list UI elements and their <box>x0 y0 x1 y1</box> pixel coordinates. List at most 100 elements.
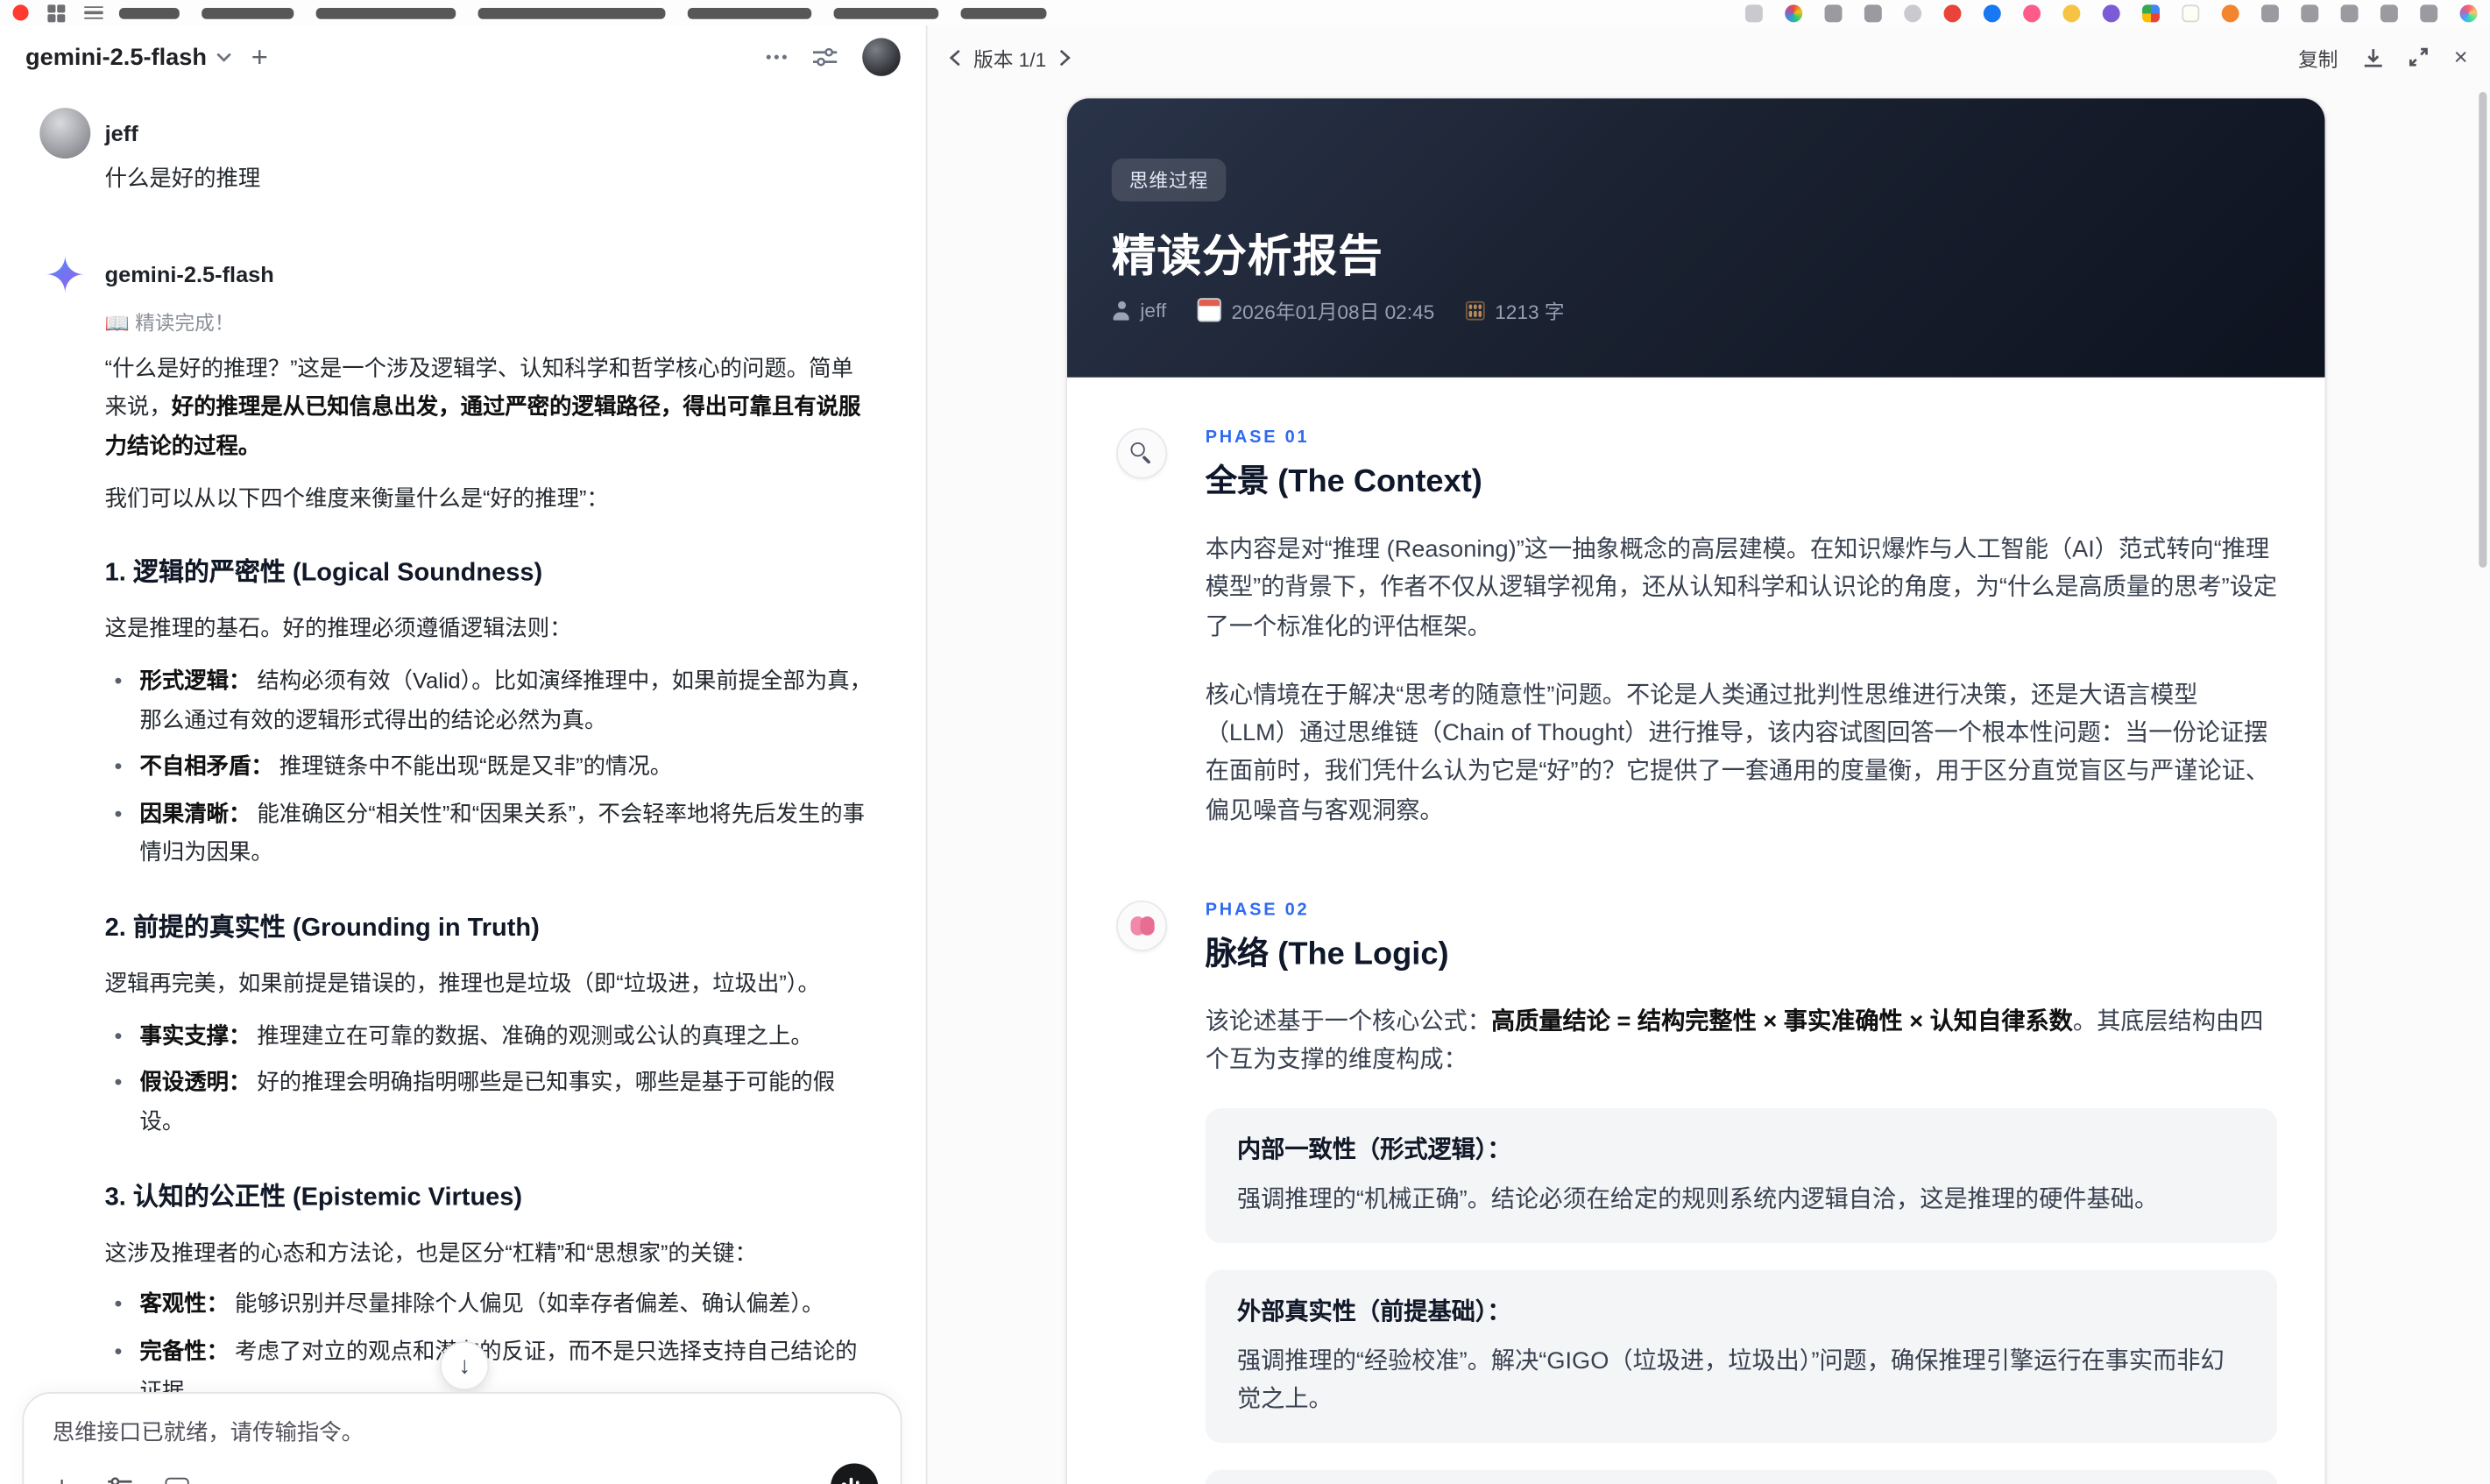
version-label: 版本 1/1 <box>973 48 1047 71</box>
list-item: 形式逻辑： 结构必须有效（Valid）。比如演绎推理中，如果前提全部为真，那么通… <box>115 661 875 739</box>
new-chat-button[interactable]: + <box>251 43 268 72</box>
gemini-icon <box>39 248 90 299</box>
palette-icon[interactable] <box>1785 4 1803 22</box>
report-body: PHASE 01 全景 (The Context) 本内容是对“推理 (Reas… <box>1067 378 2325 1484</box>
paragraph: 本内容是对“推理 (Reasoning)”这一抽象概念的高层建模。在知识爆炸与人… <box>1205 535 2278 640</box>
list-item: 客观性： 能够识别并尽量排除个人偏见（如幸存者偏差、确认偏差）。 <box>115 1285 875 1325</box>
phase-2: PHASE 02 脉络 (The Logic) 该论述基于一个核心公式：高质量结… <box>1116 901 2278 1484</box>
composer[interactable]: 思维接口已就绪，请传输指令。 + <box>22 1392 902 1484</box>
copy-button[interactable]: 复制 <box>2298 42 2338 72</box>
notes-icon[interactable] <box>2182 4 2200 22</box>
author-icon <box>1112 300 1131 320</box>
phone-icon[interactable] <box>2380 4 2398 22</box>
voice-button[interactable] <box>830 1463 879 1484</box>
columns-icon[interactable] <box>2301 4 2319 22</box>
more-options-icon[interactable] <box>766 54 788 60</box>
report-author: jeff <box>1140 299 1167 322</box>
scrollbar[interactable] <box>2479 91 2487 568</box>
message-author: jeff <box>104 120 138 146</box>
logic-card: 外部真实性（前提基础）： 强调推理的“经验校准”。解决“GIGO（垃圾进，垃圾出… <box>1205 1269 2278 1444</box>
paragraph: 核心情境在于解决“思考的随意性”问题。不论是人类通过批判性思维进行决策，还是大语… <box>1205 682 2270 824</box>
artifact-card: 思维过程 精读分析报告 jeff 2026年01月08日 02:45 1213 … <box>1067 98 2325 1484</box>
card-title: 外部真实性（前提基础）： <box>1236 1298 1511 1325</box>
display-icon[interactable] <box>2340 4 2359 22</box>
magnifier-icon <box>1116 428 1168 479</box>
menubar <box>0 0 2490 27</box>
window-grid-icon[interactable] <box>47 4 66 22</box>
version-next-icon[interactable] <box>1059 48 1071 66</box>
tune-icon[interactable] <box>813 47 838 67</box>
calendar-icon <box>1198 298 1222 322</box>
report-title: 精读分析报告 <box>1111 231 1383 281</box>
phase-label: PHASE 01 <box>1205 428 1310 448</box>
section-lead: 这涉及推理者的心态和方法论，也是区分“杠精”和“思想家”的关键： <box>104 1240 757 1265</box>
list-item: 假设透明： 好的推理会明确指明哪些是已知事实，哪些是基于可能的假设。 <box>115 1063 875 1141</box>
rainbow-app-icon[interactable] <box>2459 4 2478 22</box>
chat-header: gemini-2.5-flash + <box>0 25 926 89</box>
bullet-list: 事实支撑： 推理建立在可靠的数据、准确的观测或公认的真理之上。 假设透明： 好的… <box>105 1016 875 1141</box>
battery-icon[interactable] <box>2420 4 2438 22</box>
phase-title: 全景 (The Context) <box>1205 464 1482 500</box>
user-message: jeff 什么是好的推理 <box>39 108 874 197</box>
hero-badge: 思维过程 <box>1111 158 1227 201</box>
menubar-menus[interactable] <box>118 7 1047 18</box>
paragraph: 我们可以从以下四个维度来衡量什么是“好的推理”： <box>104 484 609 510</box>
section-lead: 逻辑再完美，如果前提是错误的，推理也是垃圾（即“垃圾进，垃圾出”）。 <box>104 970 820 996</box>
attach-plus-icon[interactable]: + <box>46 1472 78 1484</box>
section-lead: 这是推理的基石。好的推理必须遵循逻辑法则： <box>104 615 572 641</box>
grid-app-icon[interactable] <box>2142 4 2160 22</box>
message-author: gemini-2.5-flash <box>104 260 274 286</box>
card-body: 强调推理的“机械正确”。结论必须在给定的规则系统内逻辑自洽，这是推理的硬件基础。 <box>1236 1185 2159 1213</box>
panel-icon[interactable] <box>160 1472 192 1484</box>
composer-input[interactable]: 思维接口已就绪，请传输指令。 <box>53 1416 872 1447</box>
download-icon[interactable] <box>2363 46 2384 67</box>
card-body: 强调推理的“经验校准”。解决“GIGO（垃圾进，垃圾出）”问题，确保推理引擎运行… <box>1236 1347 2225 1414</box>
list-item: 事实支撑： 推理建立在可靠的数据、准确的观测或公认的真理之上。 <box>115 1016 875 1056</box>
app-window: gemini-2.5-flash + jeff 什么是好的推理 gemini-2… <box>0 0 2490 1484</box>
paragraph: “什么是好的推理？”这是一个涉及逻辑学、认知科学和哲学核心的问题。简单来说，好的… <box>104 354 861 458</box>
list-item: 因果清晰： 能准确区分“相关性”和“因果关系”，不会轻率地将先后发生的事情归为因… <box>115 794 875 872</box>
artifact-panel: 版本 1/1 复制 × 思维过程 精读分析报告 jeff 2026年01月08日… <box>927 25 2490 1484</box>
account-avatar[interactable] <box>862 38 901 76</box>
section-heading: 3. 认知的公正性 (Epistemic Virtues) <box>104 1184 523 1212</box>
menu-icon[interactable] <box>84 5 103 20</box>
chat-panel: gemini-2.5-flash + jeff 什么是好的推理 gemini-2… <box>0 25 926 1484</box>
message-text: 什么是好的推理 <box>104 165 261 191</box>
record-dot-icon[interactable] <box>12 4 29 21</box>
orange-app-icon[interactable] <box>2221 4 2239 22</box>
report-meta: jeff 2026年01月08日 02:45 1213 字 <box>1112 295 1565 325</box>
bullet-list: 形式逻辑： 结构必须有效（Valid）。比如演绎推理中，如果前提全部为真，那么通… <box>105 661 875 873</box>
assistant-message: gemini-2.5-flash 📖 精读完成！ “什么是好的推理？”这是一个涉… <box>39 248 874 1484</box>
globe-icon[interactable] <box>1904 4 1922 22</box>
scroll-to-bottom-button[interactable]: ↓ <box>440 1341 490 1391</box>
assistant-body: “什么是好的推理？”这是一个涉及逻辑学、认知科学和哲学核心的问题。简单来说，好的… <box>105 336 875 1484</box>
paragraph: 该论述基于一个核心公式：高质量结论 = 结构完整性 × 事实准确性 × 认知自律… <box>1205 1008 2264 1074</box>
purple-app-icon[interactable] <box>2102 4 2120 22</box>
word-count-icon <box>1466 300 1486 320</box>
menubar-status-icons <box>1744 4 2478 22</box>
yellow-app-icon[interactable] <box>2062 4 2081 22</box>
gear-icon[interactable] <box>2261 4 2279 22</box>
tools-icon[interactable] <box>103 1472 135 1484</box>
expand-icon[interactable] <box>2409 47 2429 67</box>
report-hero: 思维过程 精读分析报告 jeff 2026年01月08日 02:45 1213 … <box>1067 98 2325 378</box>
camera-icon[interactable] <box>1864 4 1882 22</box>
phase-title: 脉络 (The Logic) <box>1205 936 1449 972</box>
jeff-avatar <box>39 108 91 159</box>
assistant-status: 📖 精读完成！ <box>104 311 235 335</box>
chat-message-list[interactable]: jeff 什么是好的推理 gemini-2.5-flash 📖 精读完成！ “什 <box>0 88 926 1484</box>
card-title: 内部一致性（形式逻辑）： <box>1236 1136 1511 1163</box>
version-prev-icon[interactable] <box>949 48 961 66</box>
report-date: 2026年01月08日 02:45 <box>1231 300 1435 324</box>
close-icon[interactable]: × <box>2454 44 2468 71</box>
copy-icon[interactable] <box>1744 4 1763 22</box>
blue-app-icon[interactable] <box>1983 4 2001 22</box>
report-word-count: 1213 字 <box>1495 300 1565 324</box>
logic-card: 主体伦理（认识美德）： 转向推理者的心理特征。引入奥卡姆剃刀和反向论证，旨在克服… <box>1205 1470 2278 1484</box>
red-app-icon[interactable] <box>1943 4 1962 22</box>
phase-1: PHASE 01 全景 (The Context) 本内容是对“推理 (Reas… <box>1116 428 2277 831</box>
pink-app-icon[interactable] <box>2023 4 2041 22</box>
chevron-down-icon[interactable] <box>216 53 232 62</box>
model-selector[interactable]: gemini-2.5-flash <box>25 44 207 71</box>
mic-icon[interactable] <box>1824 4 1843 22</box>
